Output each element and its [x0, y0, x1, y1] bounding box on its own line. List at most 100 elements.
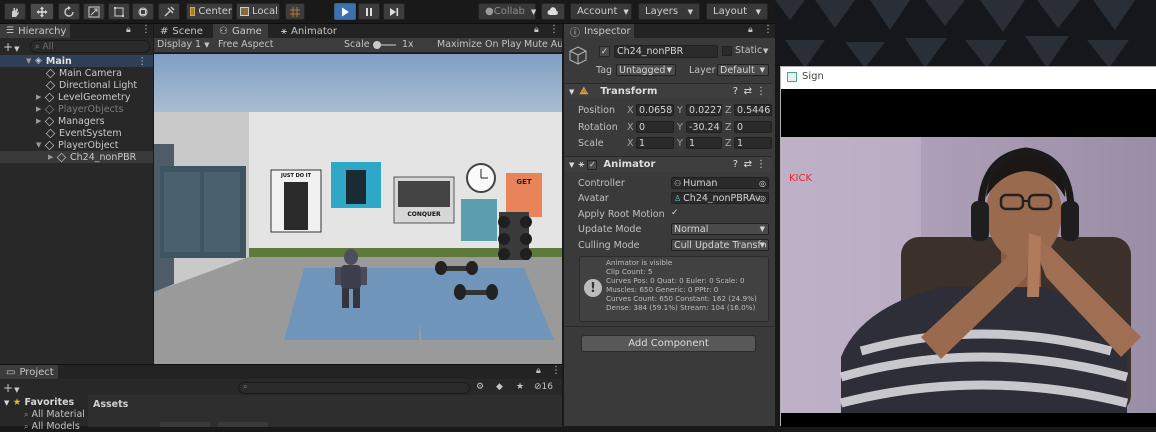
- lock-icon[interactable]: 🔒︎: [126, 25, 131, 35]
- pivot-center-toggle[interactable]: Center: [186, 3, 233, 20]
- axis-z-label: Z: [725, 122, 732, 133]
- hierarchy-item[interactable]: ▼ PlayerObject: [0, 139, 153, 151]
- step-button[interactable]: [383, 3, 405, 20]
- active-checkbox[interactable]: ✓: [599, 46, 610, 57]
- unity-toolbar: Center Local ● Collab ▼ Account ▼ Layers ▼ L…: [0, 0, 775, 24]
- hierarchy-item[interactable]: ▶ LevelGeometry: [0, 91, 153, 103]
- lock-icon[interactable]: 🔒︎: [536, 366, 541, 376]
- tag-dropdown[interactable]: Untagged ▼: [616, 64, 676, 76]
- lock-icon[interactable]: 🔒︎: [534, 25, 539, 35]
- maximize-on-play-toggle[interactable]: Maximize On Play: [437, 39, 521, 50]
- chevron-down-icon[interactable]: ▼: [763, 47, 768, 55]
- hierarchy-item-inactive[interactable]: ▶ PlayerObjects: [0, 103, 153, 115]
- lock-icon[interactable]: 🔒︎: [748, 25, 753, 35]
- preset-icon[interactable]: ⇄: [744, 159, 752, 170]
- hidden-count[interactable]: ⊘16: [534, 382, 553, 392]
- create-asset-button[interactable]: +▼: [3, 381, 19, 395]
- mute-audio-toggle[interactable]: Mute Au: [524, 39, 562, 50]
- tab-project[interactable]: ▭ Project: [0, 365, 58, 379]
- kebab-menu-icon[interactable]: ⋮: [141, 24, 151, 35]
- asset-thumbnail[interactable]: [218, 422, 268, 427]
- grid-snap-button[interactable]: [285, 3, 305, 20]
- rotation-z-field[interactable]: 0: [734, 121, 772, 133]
- scale-x-field[interactable]: 1: [636, 137, 674, 149]
- gameobject-icon: [44, 116, 55, 126]
- layer-dropdown[interactable]: Default ▼: [717, 64, 769, 76]
- space-local-toggle[interactable]: Local: [236, 3, 280, 20]
- culling-mode-dropdown[interactable]: Cull Update Transfo ▼: [671, 239, 769, 251]
- transform-tool-button[interactable]: [132, 3, 154, 20]
- rotation-x-field[interactable]: 0: [636, 121, 674, 133]
- sign-titlebar[interactable]: Sign: [781, 67, 1156, 89]
- tab-scene[interactable]: # Scene: [154, 24, 209, 38]
- rotation-y-field[interactable]: -30.24: [686, 121, 722, 133]
- folder-icon: ▭: [6, 366, 16, 378]
- position-y-field[interactable]: 0.0227: [686, 104, 722, 116]
- list-icon: ☰: [6, 26, 15, 36]
- hierarchy-item-selected[interactable]: ▶ Ch24_nonPBR: [0, 151, 153, 163]
- game-viewport[interactable]: JUST DO IT CONQUER GET: [154, 54, 562, 364]
- account-dropdown[interactable]: Account ▼: [570, 3, 632, 20]
- aspect-dropdown[interactable]: Free Aspect: [218, 39, 273, 50]
- animator-header[interactable]: ▼ ⚹ ✓ Animator ? ⇄ ⋮: [565, 156, 772, 172]
- move-tool-button[interactable]: [30, 3, 54, 20]
- kebab-menu-icon[interactable]: ⋮: [549, 24, 559, 35]
- position-x-field[interactable]: 0.0658: [636, 104, 674, 116]
- filter-label-icon[interactable]: ◆: [496, 382, 503, 392]
- hierarchy-item[interactable]: ▶ Managers: [0, 115, 153, 127]
- tab-animator[interactable]: ⚹ Animator: [275, 24, 343, 38]
- layers-dropdown[interactable]: Layers ▼: [638, 3, 700, 20]
- hierarchy-item[interactable]: EventSystem: [0, 127, 153, 139]
- kebab-menu-icon[interactable]: ⋮: [756, 86, 766, 97]
- scale-z-field[interactable]: 1: [734, 137, 772, 149]
- tab-inspector[interactable]: ⓘ Inspector: [564, 24, 634, 39]
- collab-dropdown[interactable]: ● Collab ▼: [478, 3, 536, 20]
- scale-slider-thumb[interactable]: [373, 41, 381, 49]
- update-mode-label: Update Mode: [578, 224, 642, 235]
- kebab-menu-icon[interactable]: ⋮: [756, 159, 766, 170]
- hierarchy-search-input[interactable]: ⌕ All: [30, 40, 150, 53]
- favorites-folder[interactable]: ▼ ★ Favorites: [4, 397, 74, 408]
- add-component-button[interactable]: Add Component: [581, 335, 756, 352]
- update-mode-dropdown[interactable]: Normal ▼: [671, 223, 769, 235]
- display-dropdown[interactable]: Display 1 ▼: [157, 39, 210, 50]
- project-search-input[interactable]: ⌕: [238, 382, 470, 394]
- pause-button[interactable]: [358, 3, 380, 20]
- enabled-checkbox[interactable]: ✓: [587, 159, 598, 170]
- layout-dropdown[interactable]: Layout ▼: [706, 3, 768, 20]
- static-checkbox[interactable]: [722, 46, 732, 56]
- hierarchy-item[interactable]: Main Camera: [0, 67, 153, 79]
- kebab-menu-icon[interactable]: ⋮: [763, 24, 773, 35]
- preset-icon[interactable]: ⇄: [744, 86, 752, 97]
- add-button[interactable]: +▼: [3, 40, 19, 54]
- transform-header[interactable]: ▼ ⟁ Transform ? ⇄ ⋮: [565, 83, 772, 99]
- controller-field[interactable]: ⚇ Human ◎: [671, 177, 769, 189]
- asset-thumbnail[interactable]: [160, 422, 210, 427]
- scene-row-main[interactable]: ▼ ◈ Main ⋮: [0, 55, 153, 67]
- filter-type-icon[interactable]: ⚙: [476, 382, 484, 392]
- rotate-tool-button[interactable]: [58, 3, 80, 20]
- position-z-field[interactable]: 0.5446: [734, 104, 772, 116]
- kebab-menu-icon[interactable]: ⋮: [551, 365, 561, 376]
- object-name-field[interactable]: Ch24_nonPBR: [614, 45, 718, 58]
- hierarchy-item[interactable]: Directional Light: [0, 79, 153, 91]
- hand-tool-button[interactable]: [4, 3, 26, 20]
- play-button[interactable]: [334, 3, 356, 20]
- cloud-button[interactable]: [541, 3, 565, 20]
- apply-root-motion-label: Apply Root Motion: [578, 209, 665, 220]
- assets-breadcrumb[interactable]: Assets: [93, 399, 128, 410]
- favorite-item[interactable]: ⌕ All Material: [24, 409, 86, 420]
- scale-tool-button[interactable]: [83, 3, 105, 20]
- avatar-field[interactable]: ♙ Ch24_nonPBRAv ◎: [671, 192, 769, 204]
- help-icon[interactable]: ?: [733, 86, 738, 97]
- tab-game[interactable]: ⚇ Game: [213, 24, 268, 38]
- apply-root-motion-checkbox[interactable]: ✓: [671, 208, 682, 219]
- tab-hierarchy[interactable]: ☰ Hierarchy: [0, 24, 70, 38]
- scale-y-field[interactable]: 1: [686, 137, 722, 149]
- help-icon[interactable]: ?: [733, 159, 738, 170]
- kebab-menu-icon[interactable]: ⋮: [138, 56, 148, 67]
- custom-tools-button[interactable]: [158, 3, 180, 20]
- rect-tool-button[interactable]: [108, 3, 130, 20]
- favorite-item[interactable]: ⌕ All Models: [24, 421, 86, 432]
- favorite-star-icon[interactable]: ★: [516, 382, 524, 392]
